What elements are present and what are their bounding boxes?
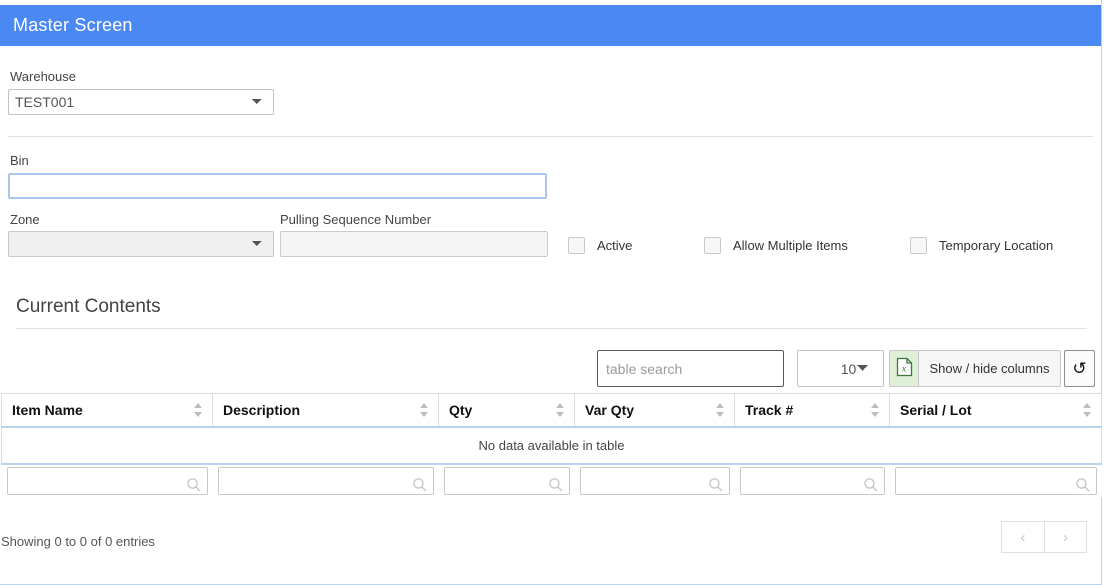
page-border	[0, 0, 1102, 585]
active-checkbox-group[interactable]: Active	[568, 237, 632, 254]
sort-icon[interactable]	[420, 402, 429, 418]
column-filter-var-qty[interactable]	[580, 472, 730, 489]
column-filter-input[interactable]	[580, 467, 730, 495]
column-header-description[interactable]: Description	[213, 394, 439, 427]
column-filter-input[interactable]	[7, 467, 208, 495]
column-header-item-name[interactable]: Item Name	[2, 394, 213, 427]
master-screen-page: Master Screen Warehouse TEST001 Bin Zone…	[0, 0, 1113, 585]
column-filter-description[interactable]	[218, 472, 434, 489]
svg-text:x: x	[900, 365, 906, 375]
column-header-label: Item Name	[12, 402, 83, 418]
column-header-qty[interactable]: Qty	[439, 394, 575, 427]
bin-label: Bin	[10, 153, 29, 168]
column-filter-qty[interactable]	[444, 472, 570, 489]
column-header-serial-lot[interactable]: Serial / Lot	[890, 394, 1102, 427]
warehouse-select[interactable]: TEST001	[8, 89, 274, 115]
table-footer	[2, 464, 1102, 497]
column-header-label: Serial / Lot	[900, 402, 972, 418]
table-empty-message: No data available in table	[2, 427, 1102, 464]
refresh-icon: ↺	[1072, 359, 1086, 379]
pagination: ‹ ›	[1001, 521, 1087, 553]
sort-icon[interactable]	[871, 402, 880, 418]
column-filter-item-name[interactable]	[7, 472, 208, 489]
pagination-next-button[interactable]: ›	[1044, 521, 1087, 553]
page-title: Master Screen	[13, 15, 133, 36]
bin-input[interactable]	[8, 173, 547, 199]
column-filter-input[interactable]	[895, 467, 1097, 495]
column-filter-input[interactable]	[218, 467, 434, 495]
column-filter-cell-serial-lot	[890, 464, 1102, 497]
column-filter-cell-description	[213, 464, 439, 497]
column-filter-cell-var-qty	[575, 464, 735, 497]
current-contents-table: Item Name Description Qty Var Qty	[1, 393, 1102, 497]
column-filter-serial-lot[interactable]	[895, 472, 1097, 489]
divider-section	[16, 328, 1087, 329]
current-contents-heading: Current Contents	[16, 296, 161, 318]
temporary-location-checkbox[interactable]	[910, 237, 927, 254]
column-filter-row	[2, 464, 1102, 497]
pulling-sequence-number-label: Pulling Sequence Number	[280, 212, 431, 227]
column-header-label: Track #	[745, 402, 793, 418]
active-checkbox-label: Active	[597, 238, 632, 253]
column-header-label: Description	[223, 402, 300, 418]
column-filter-input[interactable]	[740, 467, 885, 495]
table-empty-row: No data available in table	[2, 427, 1102, 464]
column-filter-input[interactable]	[444, 467, 570, 495]
pulling-sequence-number-input[interactable]	[280, 231, 548, 257]
active-checkbox[interactable]	[568, 237, 585, 254]
window-title-bar: Master Screen	[0, 5, 1101, 46]
refresh-button[interactable]: ↺	[1064, 350, 1095, 387]
table-header-row: Item Name Description Qty Var Qty	[2, 394, 1102, 427]
column-filter-cell-item-name	[2, 464, 213, 497]
sort-icon[interactable]	[1083, 402, 1092, 418]
column-header-label: Var Qty	[585, 402, 634, 418]
temporary-location-checkbox-group[interactable]: Temporary Location	[910, 237, 1053, 254]
warehouse-label: Warehouse	[10, 69, 76, 84]
sort-icon[interactable]	[194, 402, 203, 418]
allow-multiple-items-checkbox-group[interactable]: Allow Multiple Items	[704, 237, 848, 254]
table-search-input[interactable]	[597, 350, 784, 387]
column-header-track-number[interactable]: Track #	[735, 394, 890, 427]
show-hide-columns-button[interactable]: Show / hide columns	[918, 350, 1061, 387]
sort-icon[interactable]	[556, 402, 565, 418]
column-filter-cell-qty	[439, 464, 575, 497]
column-filter-track-number[interactable]	[740, 472, 885, 489]
excel-export-icon: x	[896, 357, 913, 380]
column-filter-cell-track-number	[735, 464, 890, 497]
table-body: No data available in table	[2, 427, 1102, 464]
pagination-previous-button[interactable]: ‹	[1001, 521, 1044, 553]
table-header: Item Name Description Qty Var Qty	[2, 394, 1102, 427]
zone-select[interactable]	[8, 231, 274, 257]
column-header-label: Qty	[449, 402, 472, 418]
zone-label: Zone	[10, 212, 40, 227]
allow-multiple-items-checkbox[interactable]	[704, 237, 721, 254]
sort-icon[interactable]	[716, 402, 725, 418]
allow-multiple-items-checkbox-label: Allow Multiple Items	[733, 238, 848, 253]
page-length-select[interactable]: 10	[797, 350, 884, 387]
table-info: Showing 0 to 0 of 0 entries	[1, 534, 155, 549]
export-excel-button[interactable]: x	[889, 350, 918, 387]
current-contents-table-wrapper: Item Name Description Qty Var Qty	[1, 393, 1101, 497]
temporary-location-checkbox-label: Temporary Location	[939, 238, 1053, 253]
column-header-var-qty[interactable]: Var Qty	[575, 394, 735, 427]
divider-top	[8, 136, 1093, 137]
